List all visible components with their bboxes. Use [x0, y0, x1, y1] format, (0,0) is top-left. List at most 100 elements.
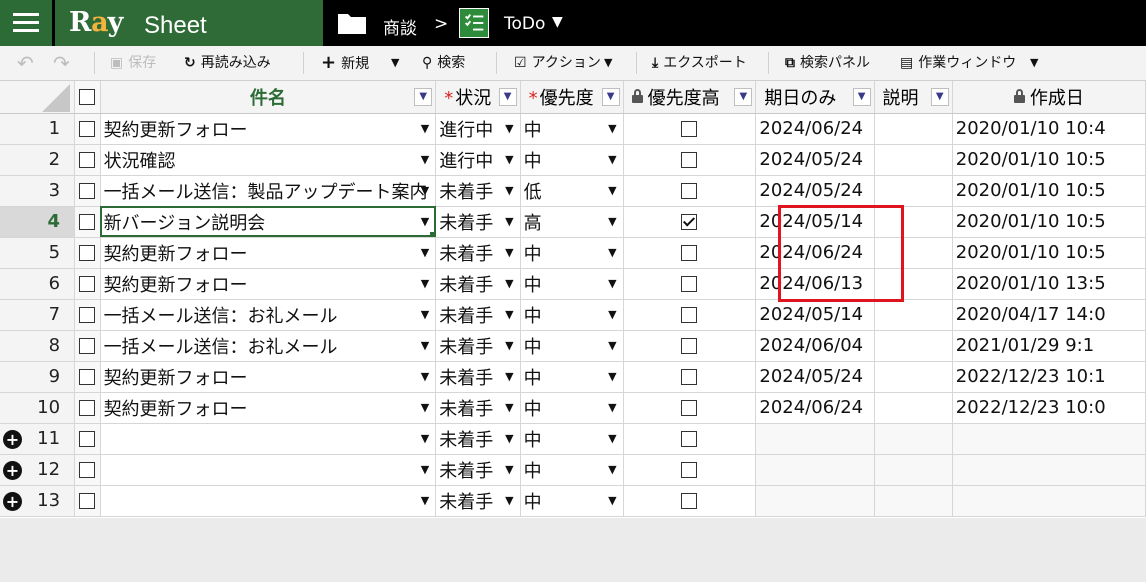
cell-desc[interactable] [874, 113, 953, 145]
dropdown-icon[interactable]: ▼ [505, 308, 513, 321]
cell-due[interactable] [755, 485, 875, 517]
dropdown-icon[interactable]: ▼ [505, 401, 513, 414]
new-button[interactable]: + 新規 [321, 46, 369, 80]
cell-desc[interactable] [874, 144, 953, 176]
cell-created[interactable] [952, 485, 1146, 517]
row-checkbox[interactable] [74, 268, 101, 300]
col-header-desc[interactable]: 説明 ▼ [874, 81, 953, 114]
cell-desc[interactable] [874, 485, 953, 517]
row-number[interactable]: +11 [0, 423, 76, 455]
cell-status[interactable]: 未着手 ▼ [435, 175, 521, 207]
cell-priority-high[interactable] [623, 206, 757, 238]
priority-high-checkbox[interactable] [681, 245, 698, 261]
cell-desc[interactable] [874, 299, 953, 331]
dropdown-icon[interactable]: ▼ [505, 246, 513, 259]
add-row-icon[interactable]: + [3, 491, 22, 511]
table-row[interactable]: 8 一括メール送信：お礼メール ▼ 未着手 ▼ 中 ▼ 2024/06/04 2021/01/… [0, 330, 1146, 362]
row-checkbox[interactable] [74, 361, 101, 393]
table-row[interactable]: 3 一括メール送信：製品アップデート案内 ▼ 未着手 ▼ 低 ▼ 2024/05/24 2020… [0, 175, 1146, 207]
cell-status[interactable]: 進行中 ▼ [435, 144, 521, 176]
priority-high-checkbox[interactable] [681, 121, 698, 137]
table-row[interactable]: 7 一括メール送信：お礼メール ▼ 未着手 ▼ 中 ▼ 2024/05/14 2020/04/1… [0, 299, 1146, 331]
cell-created[interactable]: 2020/01/10 10:5 [952, 175, 1146, 207]
export-button[interactable]: ⤓ エクスポート [652, 46, 747, 80]
row-number[interactable]: 6 [0, 268, 76, 300]
dropdown-icon[interactable]: ▼ [421, 153, 429, 166]
cell-name[interactable]: 契約更新フォロー ▼ [100, 361, 437, 393]
cell-name[interactable]: 一括メール送信：製品アップデート案内 ▼ [100, 175, 437, 207]
col-header-name[interactable]: 件名 ▼ [100, 81, 437, 114]
cell-due[interactable]: 2024/06/04 [755, 330, 875, 362]
cell-priority-high[interactable] [623, 392, 757, 424]
cell-priority-high[interactable] [623, 175, 757, 207]
priority-high-checkbox[interactable] [681, 152, 698, 168]
row-number[interactable]: 8 [0, 330, 76, 362]
breadcrumb-folder[interactable]: 商談 [383, 14, 417, 39]
cell-created[interactable] [952, 423, 1146, 455]
table-row[interactable]: 4 新バージョン説明会 ▼ 未着手 ▼ 高 ▼ 2024/05/14 2020/01/10 10… [0, 206, 1146, 238]
undo-button[interactable]: ↶ [17, 46, 34, 80]
cell-status[interactable]: 未着手 ▼ [435, 206, 521, 238]
work-window-dropdown-icon[interactable]: ▼ [1030, 46, 1038, 80]
row-number[interactable]: 5 [0, 237, 76, 269]
priority-high-checkbox[interactable] [681, 431, 698, 447]
dropdown-icon[interactable]: ▼ [421, 215, 429, 228]
col-status-filter-icon[interactable]: ▼ [498, 88, 517, 106]
cell-due[interactable] [755, 454, 875, 486]
row-checkbox[interactable] [74, 175, 101, 207]
dropdown-icon[interactable]: ▼ [608, 463, 616, 476]
row-number[interactable]: 10 [0, 392, 76, 424]
action-dropdown-icon[interactable]: ▼ [604, 46, 612, 80]
dropdown-icon[interactable]: ▼ [421, 494, 429, 507]
row-number[interactable]: 9 [0, 361, 76, 393]
cell-due[interactable]: 2024/05/14 [755, 299, 875, 331]
table-row[interactable]: 9 契約更新フォロー ▼ 未着手 ▼ 中 ▼ 2024/05/24 2022/12/23 10:… [0, 361, 1146, 393]
dropdown-icon[interactable]: ▼ [608, 370, 616, 383]
row-checkbox[interactable] [74, 454, 101, 486]
cell-priority-high[interactable] [623, 268, 757, 300]
dropdown-icon[interactable]: ▼ [608, 184, 616, 197]
cell-created[interactable]: 2020/04/17 14:0 [952, 299, 1146, 331]
cell-created[interactable]: 2020/01/10 10:5 [952, 144, 1146, 176]
cell-priority-high[interactable] [623, 423, 757, 455]
row-checkbox[interactable] [74, 485, 101, 517]
cell-priority[interactable]: 中 ▼ [520, 454, 624, 486]
cell-created[interactable]: 2022/12/23 10:1 [952, 361, 1146, 393]
cell-created[interactable]: 2020/01/10 10:5 [952, 237, 1146, 269]
cell-name[interactable]: 契約更新フォロー ▼ [100, 237, 437, 269]
cell-status[interactable]: 未着手 ▼ [435, 423, 521, 455]
col-priority-filter-icon[interactable]: ▼ [601, 88, 620, 106]
add-row-icon[interactable]: + [3, 460, 22, 480]
row-checkbox[interactable] [74, 206, 101, 238]
cell-desc[interactable] [874, 361, 953, 393]
dropdown-icon[interactable]: ▼ [608, 246, 616, 259]
dropdown-icon[interactable]: ▼ [505, 339, 513, 352]
cell-status[interactable]: 未着手 ▼ [435, 237, 521, 269]
dropdown-icon[interactable]: ▼ [608, 122, 616, 135]
cell-priority-high[interactable] [623, 361, 757, 393]
row-checkbox[interactable] [74, 423, 101, 455]
cell-priority[interactable]: 中 ▼ [520, 423, 624, 455]
col-desc-filter-icon[interactable]: ▼ [930, 88, 949, 106]
dropdown-icon[interactable]: ▼ [608, 277, 616, 290]
hamburger-menu-icon[interactable] [0, 0, 52, 46]
dropdown-icon[interactable]: ▼ [421, 339, 429, 352]
cell-created[interactable]: 2020/01/10 13:5 [952, 268, 1146, 300]
cell-priority[interactable]: 中 ▼ [520, 113, 624, 145]
cell-due[interactable]: 2024/06/24 [755, 113, 875, 145]
new-dropdown-icon[interactable]: ▼ [391, 46, 399, 80]
cell-name[interactable]: 新バージョン説明会 ▼ [100, 206, 437, 238]
search-button[interactable]: ⚲ 検索 [422, 46, 465, 80]
row-checkbox[interactable] [74, 144, 101, 176]
col-name-filter-icon[interactable]: ▼ [414, 88, 433, 106]
cell-status[interactable]: 未着手 ▼ [435, 361, 521, 393]
dropdown-icon[interactable]: ▼ [421, 401, 429, 414]
cell-priority[interactable]: 中 ▼ [520, 237, 624, 269]
cell-priority[interactable]: 高 ▼ [520, 206, 624, 238]
table-row[interactable]: 6 契約更新フォロー ▼ 未着手 ▼ 中 ▼ 2024/06/13 2020/01/10 13:… [0, 268, 1146, 300]
cell-desc[interactable] [874, 454, 953, 486]
row-number[interactable]: +12 [0, 454, 76, 486]
dropdown-icon[interactable]: ▼ [505, 494, 513, 507]
cell-name[interactable]: 契約更新フォロー ▼ [100, 392, 437, 424]
cell-desc[interactable] [874, 392, 953, 424]
